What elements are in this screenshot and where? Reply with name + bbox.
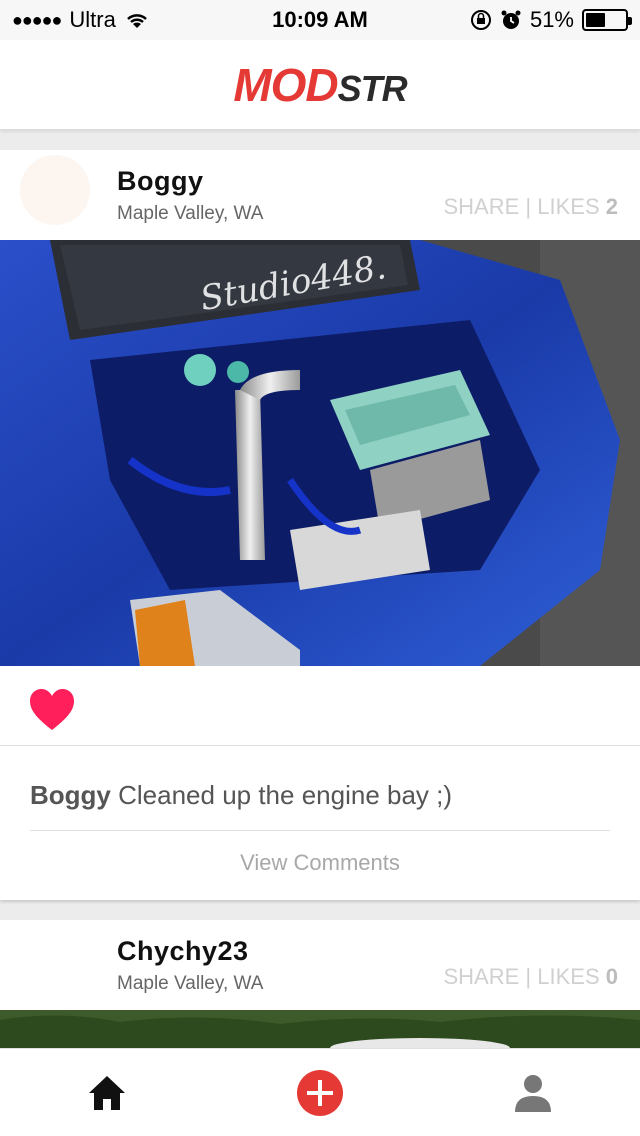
add-post-icon bbox=[296, 1069, 343, 1116]
tab-add-post[interactable] bbox=[213, 1049, 426, 1136]
divider bbox=[30, 830, 610, 831]
modstr-logo: MOD STR bbox=[233, 58, 408, 112]
likes-label[interactable]: LIKES bbox=[537, 964, 599, 989]
heart-icon[interactable] bbox=[28, 688, 76, 732]
post-username[interactable]: Boggy bbox=[117, 166, 204, 197]
post-image[interactable]: Studio448. bbox=[0, 240, 640, 666]
share-likes: SHARE | LIKES 2 bbox=[444, 194, 619, 220]
post-header: Boggy Maple Valley, WA SHARE | LIKES 2 bbox=[0, 150, 640, 240]
signal-dots-icon: ●●●●● bbox=[12, 9, 62, 30]
wifi-icon bbox=[126, 14, 147, 28]
alarm-icon bbox=[501, 10, 521, 29]
likes-count: 2 bbox=[605, 194, 618, 219]
app-header: MOD STR bbox=[0, 40, 640, 130]
view-comments-link[interactable]: View Comments bbox=[0, 850, 640, 876]
trees-photo bbox=[0, 1010, 640, 1050]
tab-bar bbox=[0, 1048, 640, 1136]
logo-mod: MOD bbox=[233, 58, 338, 111]
avatar[interactable] bbox=[20, 155, 90, 225]
post-username[interactable]: Chychy23 bbox=[117, 936, 249, 967]
carrier-name: Ultra bbox=[69, 7, 116, 32]
engine-bay-photo: Studio448. bbox=[0, 240, 640, 666]
post-header: Chychy23 Maple Valley, WA SHARE | LIKES … bbox=[0, 920, 640, 1010]
share-likes-separator: | bbox=[519, 194, 538, 219]
battery-percent: 51% bbox=[529, 7, 574, 32]
share-likes: SHARE | LIKES 0 bbox=[444, 964, 619, 990]
post-card: Boggy Maple Valley, WA SHARE | LIKES 2 S… bbox=[0, 150, 640, 900]
caption-username[interactable]: Boggy bbox=[30, 780, 111, 810]
logo-str: STR bbox=[337, 67, 408, 109]
tab-home[interactable] bbox=[0, 1049, 213, 1136]
tab-profile[interactable] bbox=[427, 1049, 640, 1136]
share-button[interactable]: SHARE bbox=[444, 964, 520, 989]
rotation-lock-icon bbox=[470, 10, 491, 30]
status-right: 51% bbox=[470, 7, 632, 33]
post-card: Chychy23 Maple Valley, WA SHARE | LIKES … bbox=[0, 920, 640, 1050]
battery-fill bbox=[586, 13, 606, 27]
post-location: Maple Valley, WA bbox=[117, 203, 264, 224]
post-image[interactable] bbox=[0, 1010, 640, 1050]
share-likes-separator: | bbox=[519, 964, 538, 989]
share-button[interactable]: SHARE bbox=[444, 194, 520, 219]
avatar[interactable] bbox=[20, 925, 90, 995]
likes-count: 0 bbox=[605, 964, 618, 989]
status-left: ●●●●● Ultra bbox=[12, 7, 470, 33]
post-location: Maple Valley, WA bbox=[117, 973, 264, 994]
like-row bbox=[0, 666, 640, 746]
likes-label[interactable]: LIKES bbox=[537, 194, 599, 219]
profile-icon bbox=[515, 1074, 552, 1112]
battery-icon bbox=[582, 9, 632, 31]
home-icon bbox=[88, 1075, 125, 1110]
caption-text: Cleaned up the engine bay ;) bbox=[110, 780, 453, 810]
post-caption: Boggy Cleaned up the engine bay ;) bbox=[30, 780, 452, 811]
status-bar: ●●●●● Ultra 10:09 AM 51% bbox=[0, 0, 640, 40]
